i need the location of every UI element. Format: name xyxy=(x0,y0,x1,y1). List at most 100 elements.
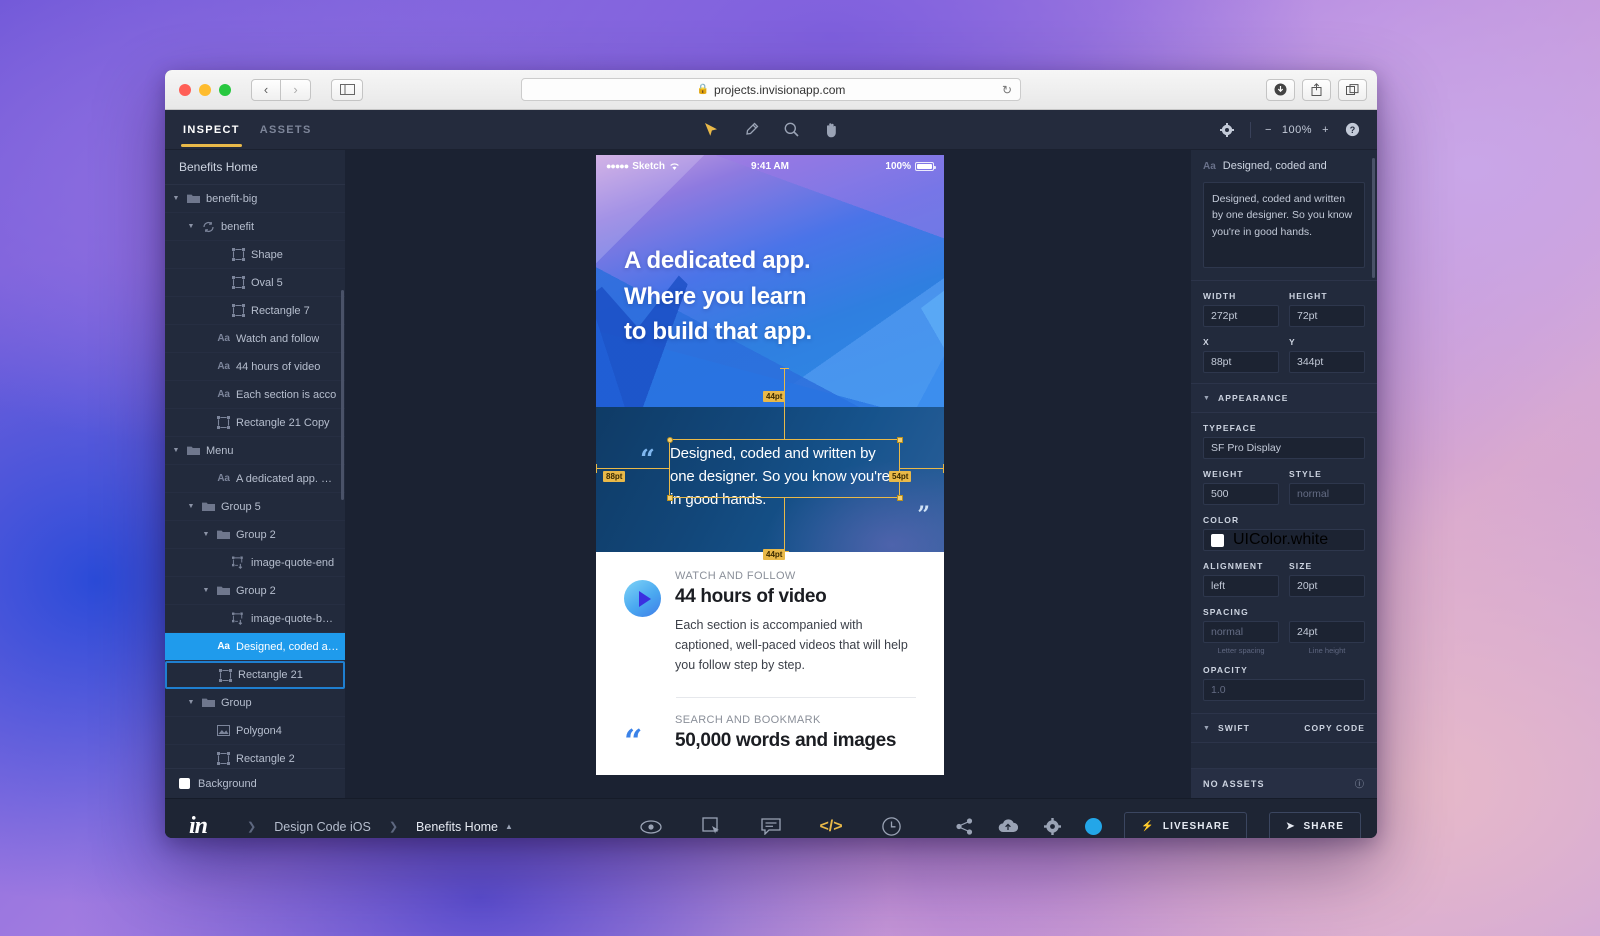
color-swatch[interactable] xyxy=(1211,533,1224,547)
reload-icon[interactable]: ↻ xyxy=(1002,83,1012,97)
layer-row[interactable]: ▼ Group 2 xyxy=(165,577,345,605)
letter-spacing-value[interactable]: normal xyxy=(1203,621,1279,643)
appearance-section-header[interactable]: ▼ APPEARANCE xyxy=(1191,383,1377,413)
color-value-row[interactable]: UIColor.white xyxy=(1203,529,1365,551)
layer-row[interactable]: Oval 5 xyxy=(165,269,345,297)
invision-logo[interactable]: in xyxy=(165,813,208,838)
layer-row[interactable]: image-quote-end xyxy=(165,549,345,577)
layer-label: Group 2 xyxy=(236,528,276,541)
disclosure-triangle-icon[interactable]: ▼ xyxy=(201,531,211,538)
cloud-icon[interactable] xyxy=(997,816,1019,838)
help-button[interactable]: ? xyxy=(1343,121,1361,139)
layer-row[interactable]: Aa Designed, coded and xyxy=(165,633,345,661)
eyedropper-tool[interactable] xyxy=(742,121,760,139)
layer-row[interactable]: Aa 44 hours of video xyxy=(165,353,345,381)
layer-row[interactable]: ▼ Group 5 xyxy=(165,493,345,521)
sidebar-scrollbar[interactable] xyxy=(341,290,344,500)
weight-value[interactable]: 500 xyxy=(1203,483,1279,505)
cursor-tool[interactable] xyxy=(702,121,720,139)
y-value[interactable]: 344pt xyxy=(1289,351,1365,373)
sidebar-toggle-button[interactable] xyxy=(331,78,363,101)
downloads-button[interactable] xyxy=(1266,78,1295,101)
size-value[interactable]: 20pt xyxy=(1289,575,1365,597)
tab-inspect[interactable]: INSPECT xyxy=(181,112,242,147)
breadcrumb-project[interactable]: Design Code iOS xyxy=(274,820,371,834)
background-row[interactable]: Background xyxy=(165,768,345,798)
disclosure-triangle-icon[interactable]: ▼ xyxy=(171,195,181,202)
magnifier-tool[interactable] xyxy=(782,121,800,139)
resize-handle-top-left[interactable] xyxy=(666,436,673,443)
content-textbox[interactable]: Designed, coded and written by one desig… xyxy=(1203,182,1365,268)
back-button[interactable]: ‹ xyxy=(251,78,281,101)
artboard-preview[interactable]: ●●●●● Sketch 9:41 AM 100% A dedicated ap… xyxy=(596,155,944,775)
inspector-scrollbar[interactable] xyxy=(1372,158,1375,278)
resize-handle-bottom-right[interactable] xyxy=(896,494,903,501)
breadcrumb-current[interactable]: Benefits Home ▲ xyxy=(416,820,513,834)
layer-row[interactable]: Aa Each section is acco xyxy=(165,381,345,409)
preview-eye-icon[interactable] xyxy=(640,816,662,838)
hand-tool[interactable] xyxy=(822,121,840,139)
share-nodes-icon[interactable] xyxy=(953,816,975,838)
history-icon[interactable] xyxy=(880,816,902,838)
copy-code-button[interactable]: COPY CODE xyxy=(1304,723,1365,733)
resize-handle-top-right[interactable] xyxy=(896,436,903,443)
share-button[interactable]: ➤ SHARE xyxy=(1269,811,1361,838)
layer-row[interactable]: Polygon4 xyxy=(165,717,345,745)
opacity-value[interactable]: 1.0 xyxy=(1203,679,1365,701)
layer-row[interactable]: ▼ benefit xyxy=(165,213,345,241)
disclosure-triangle-icon[interactable]: ▼ xyxy=(186,699,196,706)
info-icon[interactable]: ⓘ xyxy=(1355,777,1365,790)
design-canvas[interactable]: ●●●●● Sketch 9:41 AM 100% A dedicated ap… xyxy=(345,150,1191,798)
measure-line-left xyxy=(596,468,669,469)
zoom-out-button[interactable]: − xyxy=(1265,124,1272,136)
typeface-value[interactable]: SF Pro Display xyxy=(1203,437,1365,459)
tab-assets[interactable]: ASSETS xyxy=(260,112,312,147)
layer-row[interactable]: Rectangle 21 Copy xyxy=(165,409,345,437)
resize-handle-bottom-left[interactable] xyxy=(666,494,673,501)
code-icon[interactable]: </> xyxy=(819,816,842,838)
opacity-label: OPACITY xyxy=(1203,665,1248,675)
avatar[interactable] xyxy=(1085,818,1103,835)
comment-icon[interactable] xyxy=(760,816,782,838)
liveshare-button[interactable]: ⚡ LIVESHARE xyxy=(1124,811,1247,838)
selection-box[interactable] xyxy=(666,436,903,501)
disclosure-triangle-icon[interactable]: ▼ xyxy=(186,223,196,230)
disclosure-triangle-icon[interactable]: ▼ xyxy=(201,587,211,594)
inspect-icon[interactable] xyxy=(700,816,722,838)
layer-row[interactable]: ▼ benefit-big xyxy=(165,185,345,213)
style-value[interactable]: normal xyxy=(1289,483,1365,505)
card-search-and-bookmark: “ SEARCH AND BOOKMARK 50,000 words and i… xyxy=(624,714,916,757)
text-icon: Aa xyxy=(217,389,230,400)
swift-section-header[interactable]: ▼ SWIFT COPY CODE xyxy=(1191,713,1377,743)
layer-row[interactable]: image-quote-beg... xyxy=(165,605,345,633)
width-value[interactable]: 272pt xyxy=(1203,305,1279,327)
line-height-value[interactable]: 24pt xyxy=(1289,621,1365,643)
breadcrumb-separator: ❯ xyxy=(247,821,257,833)
layer-row[interactable]: ▼ Group 2 xyxy=(165,521,345,549)
layer-row[interactable]: Aa Watch and follow xyxy=(165,325,345,353)
inspector-layer-name: Designed, coded and xyxy=(1222,160,1327,172)
close-window-button[interactable] xyxy=(179,83,191,96)
layer-row[interactable]: Aa A dedicated app. Whe xyxy=(165,465,345,493)
layer-row[interactable]: ▼ Menu xyxy=(165,437,345,465)
zoom-in-button[interactable]: + xyxy=(1322,124,1329,136)
minimize-window-button[interactable] xyxy=(199,83,211,96)
x-value[interactable]: 88pt xyxy=(1203,351,1279,373)
alignment-value[interactable]: left xyxy=(1203,575,1279,597)
folder-icon xyxy=(202,696,215,709)
gear-icon[interactable] xyxy=(1041,816,1063,838)
quote-open-icon: “ xyxy=(640,445,655,475)
layer-row[interactable]: Rectangle 21 xyxy=(165,661,345,689)
height-value[interactable]: 72pt xyxy=(1289,305,1365,327)
settings-gear-button[interactable] xyxy=(1218,121,1236,139)
maximize-window-button[interactable] xyxy=(219,83,231,96)
layer-row[interactable]: ▼ Group xyxy=(165,689,345,717)
disclosure-triangle-icon[interactable]: ▼ xyxy=(171,447,181,454)
layer-row[interactable]: Shape xyxy=(165,241,345,269)
layer-row[interactable]: Rectangle 7 xyxy=(165,297,345,325)
disclosure-triangle-icon[interactable]: ▼ xyxy=(186,503,196,510)
share-button[interactable] xyxy=(1302,78,1331,101)
forward-button[interactable]: › xyxy=(281,78,311,101)
address-bar[interactable]: 🔒 projects.invisionapp.com ↻ xyxy=(521,78,1021,101)
tabs-button[interactable] xyxy=(1338,78,1367,101)
